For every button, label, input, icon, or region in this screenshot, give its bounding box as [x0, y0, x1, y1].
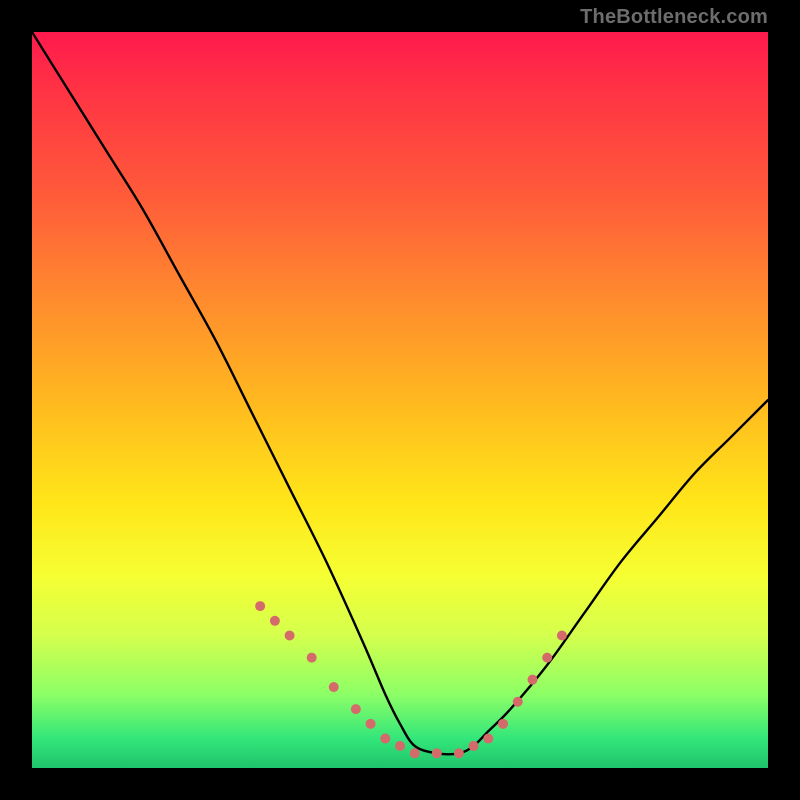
curve-marker	[307, 653, 317, 663]
curve-marker	[469, 741, 479, 751]
plot-area	[32, 32, 768, 768]
curve-marker	[410, 748, 420, 758]
curve-marker	[270, 616, 280, 626]
curve-marker	[432, 748, 442, 758]
curve-marker	[366, 719, 376, 729]
curve-marker	[351, 704, 361, 714]
curve-marker	[454, 748, 464, 758]
curve-marker	[285, 631, 295, 641]
curve-marker	[483, 734, 493, 744]
curve-path	[32, 32, 768, 754]
curve-marker	[542, 653, 552, 663]
chart-container: TheBottleneck.com	[0, 0, 800, 800]
curve-marker	[380, 734, 390, 744]
curve-marker	[498, 719, 508, 729]
curve-marker	[527, 675, 537, 685]
curve-marker	[557, 631, 567, 641]
attribution-text: TheBottleneck.com	[580, 6, 768, 29]
curve-marker	[329, 682, 339, 692]
curve-marker	[513, 697, 523, 707]
bottleneck-curve-svg	[32, 32, 768, 768]
curve-marker	[255, 601, 265, 611]
marker-group	[255, 601, 567, 758]
curve-marker	[395, 741, 405, 751]
